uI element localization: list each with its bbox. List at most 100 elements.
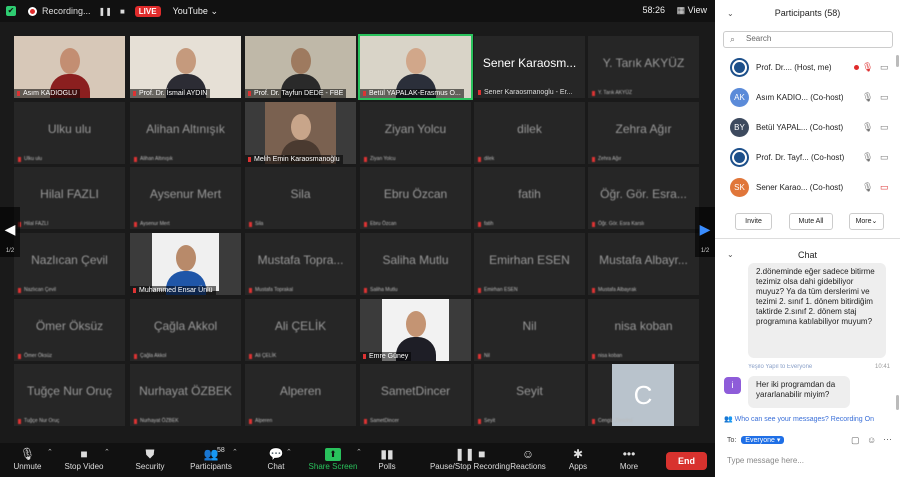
mic-icon[interactable]: 🎙	[862, 92, 873, 103]
emoji-icon[interactable]: ☺	[867, 435, 876, 445]
participants-button[interactable]: 👥 58 Participants ⌃	[182, 446, 240, 471]
participant-tile[interactable]: Ali ÇELİK Ali ÇELİK	[245, 299, 356, 361]
chat-visibility-link[interactable]: 👥 Who can see your messages? Recording O…	[724, 415, 874, 423]
participant-tile[interactable]: Nazlıcan Çevil Nazlıcan Çevil	[14, 233, 125, 295]
participant-tile[interactable]: C Cengiz Zencirci	[588, 364, 699, 426]
participant-tile[interactable]: Mustafa Albayr... Mustafa Albayrak	[588, 233, 699, 295]
apps-button[interactable]: ✱ Apps	[561, 446, 595, 471]
participant-tile[interactable]: Aysenur Mert Aysenur Mert	[130, 167, 241, 229]
participant-row[interactable]: Prof. Dr.... (Host, me) 🎙 ▭	[730, 58, 890, 80]
participant-tile[interactable]: Nil Nil	[474, 299, 585, 361]
mic-icon[interactable]: 🎙	[862, 152, 873, 163]
participant-name-label: Mustafa Albayrak	[592, 287, 636, 293]
chat-recipient-dropdown[interactable]: Everyone ▾	[741, 436, 785, 444]
polls-button[interactable]: ▮▮ Polls	[370, 446, 404, 471]
participant-tile[interactable]: Prof. Dr. İsmail AYDIN	[130, 36, 241, 98]
share-screen-button[interactable]: ⬆ Share Screen ⌃	[302, 446, 364, 471]
participant-tile[interactable]: Alihan Altınışık Alihan Altınışık	[130, 102, 241, 164]
video-camera-icon[interactable]: ▭	[880, 122, 889, 133]
person-face	[291, 48, 311, 74]
participant-tile[interactable]: Ulku ulu Ulku ulu	[14, 102, 125, 164]
avatar: SK	[730, 178, 749, 197]
recording-indicator[interactable]: Recording...	[28, 6, 91, 16]
participant-tile[interactable]: Nurhayat ÖZBEK Nurhayat ÖZBEK	[130, 364, 241, 426]
participant-tile[interactable]: Sener Karaosm... Sener Karaosmanoglu - Er…	[474, 36, 585, 98]
participant-tile[interactable]: Saliha Mutlu Saliha Mutlu	[360, 233, 471, 295]
participant-tile[interactable]: Melih Emin Karaosmanoğlu	[245, 102, 356, 164]
chat-button[interactable]: 💬 Chat ⌃	[258, 446, 294, 471]
chat-scrollbar[interactable]	[896, 395, 899, 410]
video-camera-icon[interactable]: ▭	[880, 92, 889, 103]
mic-muted-icon	[592, 418, 595, 424]
participant-tile[interactable]: Öğr. Gör. Esra... Öğr. Gör. Esra Karslı	[588, 167, 699, 229]
video-off-icon[interactable]: ▭	[880, 182, 889, 193]
mic-muted-icon	[364, 418, 367, 424]
participant-tile[interactable]: Muhammed Ensar Ünlü	[130, 233, 241, 295]
chat-message-input[interactable]: Type message here...	[727, 456, 804, 465]
participant-tile[interactable]: Asım KADIOGLU	[14, 36, 125, 98]
previous-page-button[interactable]: ◀ 1/2	[0, 207, 20, 257]
chevron-up-icon[interactable]: ⌃	[47, 448, 53, 456]
participants-more-button[interactable]: More⌄	[849, 213, 884, 230]
participant-tile[interactable]: Hilal FAZLI Hilal FAZLI	[14, 167, 125, 229]
participant-tile[interactable]: Tuğçe Nur Oruç Tuğçe Nur Oruç	[14, 364, 125, 426]
participant-row[interactable]: AK Asım KADIO... (Co-host) 🎙 ▭	[730, 88, 890, 110]
chevron-up-icon[interactable]: ⌃	[356, 448, 362, 456]
participant-name-text: dilek	[484, 156, 495, 162]
invite-button[interactable]: Invite	[735, 213, 772, 230]
participant-tile[interactable]: Ömer Öksüz Ömer Öksüz	[14, 299, 125, 361]
encryption-shield-icon[interactable]: ✔	[6, 6, 16, 16]
participant-tile[interactable]: Emre Güney	[360, 299, 471, 361]
video-camera-icon[interactable]: ▭	[880, 152, 889, 163]
stream-target-dropdown[interactable]: YouTube ⌄	[173, 6, 218, 17]
participant-tile[interactable]: Seyit Seyit	[474, 364, 585, 426]
reactions-button[interactable]: ☺ Reactions	[503, 446, 553, 471]
participant-tile[interactable]: fatih fatih	[474, 167, 585, 229]
participant-tile[interactable]: Mustafa Topra... Mustafa Toprakal	[245, 233, 356, 295]
participant-tile[interactable]: Ebru Özcan Ebru Özcan	[360, 167, 471, 229]
participant-tile[interactable]: Betül YAPALAK-Erasmus O...	[360, 36, 471, 98]
participant-tile[interactable]: dilek dilek	[474, 102, 585, 164]
video-camera-icon[interactable]: ▭	[880, 62, 889, 73]
mute-all-button[interactable]: Mute All	[789, 213, 833, 230]
participant-name-label: Sener Karaosmanoglu - Er...	[478, 89, 572, 96]
stop-video-button[interactable]: ■ Stop Video ⌃	[56, 446, 112, 471]
more-dots-icon[interactable]: ⋯	[883, 434, 892, 445]
participant-row[interactable]: BY Betül YAPAL... (Co-host) 🎙 ▭	[730, 118, 890, 140]
participant-tile[interactable]: Sila Sila	[245, 167, 356, 229]
mic-icon[interactable]: 🎙	[862, 182, 873, 193]
unmute-button[interactable]: 🎙 Unmute ⌃	[0, 446, 55, 471]
participant-tile[interactable]: SametDincer SametDincer	[360, 364, 471, 426]
avatar	[730, 148, 749, 167]
participant-tile[interactable]: Alperen Alperen	[245, 364, 356, 426]
participants-search-input[interactable]: ⌕ Search	[723, 31, 893, 48]
participants-scrollbar[interactable]	[896, 55, 899, 67]
mic-icon[interactable]: 🎙	[862, 122, 873, 133]
security-button[interactable]: ⛊ Security	[128, 446, 172, 471]
end-meeting-button[interactable]: End	[666, 452, 707, 470]
pause-recording-button[interactable]: ❚❚	[99, 7, 112, 16]
participant-name-label: Saliha Mutlu	[364, 287, 398, 293]
participant-tile[interactable]: Emirhan ESEN Emirhan ESEN	[474, 233, 585, 295]
participant-tile[interactable]: Ziyan Yolcu Ziyan Yolcu	[360, 102, 471, 164]
participant-tile[interactable]: Çağla Akkol Çağla Akkol	[130, 299, 241, 361]
participant-tile[interactable]: Prof. Dr. Tayfun DEDE - FBE	[245, 36, 356, 98]
stop-recording-button[interactable]: ■	[120, 7, 125, 16]
toolbar-label: Apps	[568, 462, 588, 471]
participant-name-text: Emirhan ESEN	[484, 287, 518, 293]
chevron-up-icon[interactable]: ⌃	[232, 448, 238, 456]
participant-display-name: Çağla Akkol	[153, 319, 218, 333]
mic-muted-icon[interactable]: 🎙	[862, 62, 873, 73]
participant-row[interactable]: SK Sener Karao... (Co-host) 🎙 ▭	[730, 178, 890, 200]
people-icon: 👥	[724, 416, 733, 423]
participant-tile[interactable]: Y. Tarık AKYÜZ Y. Tarık AKYÜZ	[588, 36, 699, 98]
participant-row[interactable]: Prof. Dr. Tayf... (Co-host) 🎙 ▭	[730, 148, 890, 170]
participant-tile[interactable]: Zehra Ağır Zehra Ağır	[588, 102, 699, 164]
chevron-up-icon[interactable]: ⌃	[286, 448, 292, 456]
more-button[interactable]: ••• More	[611, 446, 647, 471]
chevron-up-icon[interactable]: ⌃	[104, 448, 110, 456]
next-page-button[interactable]: ▶ 1/2	[695, 207, 715, 257]
view-button[interactable]: ▦ View	[677, 5, 707, 16]
participant-tile[interactable]: nisa koban nisa koban	[588, 299, 699, 361]
file-icon[interactable]: ▢	[851, 435, 860, 446]
